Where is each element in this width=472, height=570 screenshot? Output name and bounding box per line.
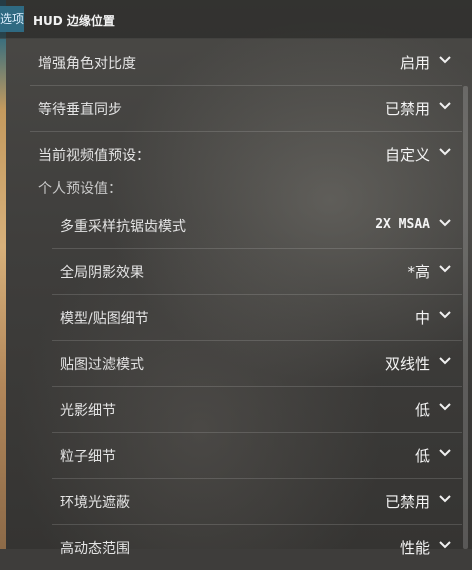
setting-label: 当前视频值预设： — [38, 148, 150, 164]
setting-msaa-mode[interactable]: 多重采样抗锯齿模式 2X MSAA — [52, 202, 462, 249]
chevron-down-icon — [439, 265, 451, 273]
chevron-down-icon — [439, 56, 451, 64]
tab-options[interactable]: 选项 — [0, 6, 24, 32]
setting-value: 低 — [414, 447, 430, 465]
setting-value: 双线性 — [384, 355, 430, 373]
setting-particle-detail[interactable]: 粒子细节 低 — [52, 432, 462, 479]
chevron-down-icon — [439, 449, 451, 457]
chevron-down-icon — [439, 311, 451, 319]
setting-ambient-occlusion[interactable]: 环境光遮蔽 已禁用 — [52, 478, 462, 525]
top-tab-bar: 选项 HUD 边缘位置 — [0, 0, 472, 39]
setting-value: 中 — [414, 309, 430, 327]
chevron-down-icon — [439, 219, 451, 227]
setting-enhance-character-contrast[interactable]: 增强角色对比度 启用 — [30, 39, 462, 86]
setting-video-preset[interactable]: 当前视频值预设： 自定义 — [30, 131, 462, 177]
setting-label: 贴图过滤模式 — [60, 357, 144, 373]
scrollbar[interactable] — [463, 86, 468, 549]
setting-value: 已禁用 — [384, 493, 430, 511]
setting-label: 增强角色对比度 — [38, 56, 136, 72]
personal-preset-heading: 个人预设值： — [38, 181, 122, 197]
setting-value: 自定义 — [384, 146, 430, 164]
left-edge-strip — [0, 0, 6, 549]
chevron-down-icon — [439, 102, 451, 110]
setting-label: 等待垂直同步 — [38, 102, 122, 118]
setting-label: 多重采样抗锯齿模式 — [60, 219, 186, 235]
setting-value: 2X MSAA — [375, 217, 430, 232]
setting-value: *高 — [407, 263, 430, 281]
setting-value: 低 — [414, 401, 430, 419]
setting-model-texture-detail[interactable]: 模型/贴图细节 中 — [52, 294, 462, 341]
tab-hud-edge-position[interactable]: HUD 边缘位置 — [33, 12, 115, 29]
setting-label: 光影细节 — [60, 403, 116, 419]
chevron-down-icon — [439, 403, 451, 411]
setting-texture-filter[interactable]: 贴图过滤模式 双线性 — [52, 340, 462, 387]
setting-label: 环境光遮蔽 — [60, 495, 130, 511]
setting-global-shadow[interactable]: 全局阴影效果 *高 — [52, 248, 462, 295]
chevron-down-icon — [439, 495, 451, 503]
setting-hdr[interactable]: 高动态范围 性能 — [52, 524, 462, 570]
setting-lighting-detail[interactable]: 光影细节 低 — [52, 386, 462, 433]
setting-value: 性能 — [399, 539, 430, 557]
setting-value: 已禁用 — [384, 100, 430, 118]
chevron-down-icon — [439, 357, 451, 365]
setting-wait-vsync[interactable]: 等待垂直同步 已禁用 — [30, 85, 462, 132]
setting-label: 高动态范围 — [60, 541, 130, 557]
chevron-down-icon — [439, 148, 451, 156]
setting-label: 粒子细节 — [60, 449, 116, 465]
setting-value: 启用 — [399, 54, 430, 72]
setting-label: 模型/贴图细节 — [60, 311, 149, 327]
setting-label: 全局阴影效果 — [60, 265, 144, 281]
